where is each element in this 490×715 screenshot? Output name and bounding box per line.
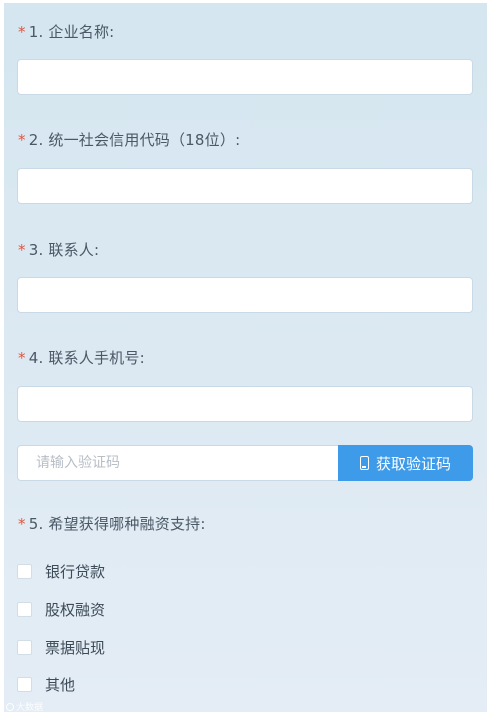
company-name-label: * 1. 企业名称:: [18, 21, 114, 42]
option-bill-discount[interactable]: 票据贴现: [17, 637, 105, 658]
bank-loan-label: 银行贷款: [45, 563, 106, 581]
required-mark: *: [18, 131, 26, 149]
other-label: 其他: [45, 676, 76, 694]
required-mark: *: [18, 515, 26, 533]
phone-input[interactable]: [17, 386, 473, 422]
contact-label-text: 3. 联系人:: [28, 241, 100, 259]
credit-code-label: * 2. 统一社会信用代码（18位）:: [18, 129, 240, 150]
verification-code-placeholder: 请输入验证码: [36, 455, 120, 471]
equity-financing-checkbox[interactable]: [17, 602, 32, 617]
phone-label-text: 4. 联系人手机号:: [28, 349, 145, 367]
verification-code-input[interactable]: 请输入验证码: [17, 445, 339, 481]
required-mark: *: [18, 23, 26, 41]
phone-icon: [359, 456, 369, 470]
required-mark: *: [18, 241, 26, 259]
contact-label: * 3. 联系人:: [18, 239, 99, 260]
company-name-label-text: 1. 企业名称:: [28, 23, 115, 41]
financing-type-label-text: 5. 希望获得哪种融资支持:: [28, 515, 206, 533]
company-name-input[interactable]: [17, 59, 473, 95]
bill-discount-label: 票据贴现: [45, 639, 106, 657]
watermark-logo-icon: [6, 702, 14, 711]
get-verification-code-button[interactable]: 获取验证码: [338, 445, 473, 481]
get-verification-code-label: 获取验证码: [375, 454, 451, 473]
option-equity-financing[interactable]: 股权融资: [17, 599, 105, 620]
financing-form: * 1. 企业名称: * 2. 统一社会信用代码（18位）: * 3. 联系人: * 4…: [4, 3, 487, 712]
equity-financing-label: 股权融资: [45, 601, 106, 619]
option-bank-loan[interactable]: 银行贷款: [17, 561, 105, 582]
credit-code-label-text: 2. 统一社会信用代码（18位）:: [28, 131, 241, 149]
contact-input[interactable]: [17, 277, 473, 313]
credit-code-input[interactable]: [17, 168, 473, 204]
option-other[interactable]: 其他: [17, 674, 75, 695]
watermark-text: 大数据: [16, 703, 44, 712]
bank-loan-checkbox[interactable]: [17, 564, 32, 579]
required-mark: *: [18, 349, 26, 367]
watermark: 大数据: [6, 700, 43, 712]
phone-label: * 4. 联系人手机号:: [18, 347, 145, 368]
financing-type-label: * 5. 希望获得哪种融资支持:: [18, 513, 206, 534]
other-checkbox[interactable]: [17, 677, 32, 692]
bill-discount-checkbox[interactable]: [17, 640, 32, 655]
